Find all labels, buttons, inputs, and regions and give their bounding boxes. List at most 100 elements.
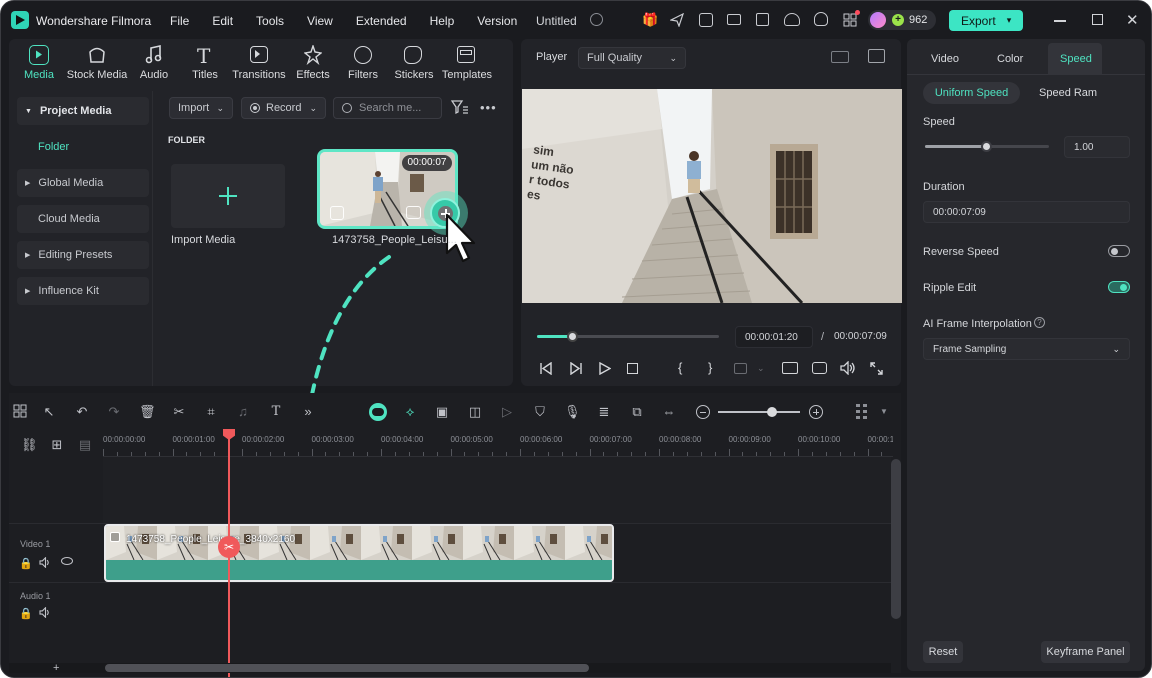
reset-button[interactable]: Reset [923, 641, 963, 663]
menu-extended[interactable]: Extended [356, 14, 407, 28]
timeline-video-clip[interactable]: 1473758_People_Leisure_3840x2160 [104, 524, 614, 582]
help-icon[interactable]: ? [1034, 317, 1045, 328]
volume-icon[interactable] [840, 361, 856, 375]
next-frame-icon[interactable] [569, 362, 583, 375]
effects-icon[interactable] [304, 45, 322, 65]
subtab-speed-ramp[interactable]: Speed Ramp [1039, 82, 1097, 104]
add-track-icon[interactable]: ⊞ [49, 437, 65, 453]
ai-video-icon[interactable]: ◫ [467, 404, 483, 420]
sidebar-item-project-media[interactable]: ▼ Project Media [17, 97, 149, 125]
music-list-icon[interactable]: ≣ [596, 404, 612, 420]
tab-templates[interactable]: Templates [439, 69, 495, 81]
save-icon[interactable] [756, 13, 769, 26]
zoom-out-icon[interactable] [696, 405, 710, 419]
crop-icon[interactable]: ⌗ [203, 404, 219, 420]
maximize-icon[interactable] [1092, 14, 1103, 25]
templates-icon[interactable] [457, 46, 475, 63]
text-icon[interactable]: T [268, 404, 284, 420]
record-dropdown[interactable]: Record ⌄ [241, 97, 326, 119]
track-manager-icon[interactable]: ▤ [77, 437, 93, 453]
replace-clip-icon[interactable]: ⧉ [629, 404, 645, 420]
menu-view[interactable]: View [307, 14, 333, 28]
previous-frame-icon[interactable] [539, 362, 553, 375]
search-input[interactable]: Search me... [333, 97, 442, 119]
snapshot-image-icon[interactable] [868, 49, 885, 63]
minimize-icon[interactable] [1054, 20, 1066, 22]
credits-badge[interactable]: + 962 [868, 10, 936, 30]
sidebar-item-editing-presets[interactable]: ▶ Editing Presets [17, 241, 149, 269]
shield-icon[interactable]: ⛉ [532, 404, 548, 420]
menu-tools[interactable]: Tools [256, 14, 284, 28]
media-icon[interactable] [29, 45, 49, 65]
close-icon[interactable]: ✕ [1126, 11, 1139, 29]
timeline-ruler[interactable]: 00:00:00:00 00:00:01:00 00:00:02:00 00:00:0… [103, 431, 893, 457]
lock-icon[interactable]: 🔒 [19, 557, 33, 570]
sidebar-item-influence-kit[interactable]: ▶ Influence Kit [17, 277, 149, 305]
zoom-slider-track[interactable] [718, 411, 800, 413]
tab-effects[interactable]: Effects [293, 69, 333, 81]
tab-video[interactable]: Video [931, 53, 959, 65]
fit-width-icon[interactable]: ⇔ [661, 404, 677, 420]
cloud-upload-icon[interactable] [784, 13, 800, 26]
headset-icon[interactable] [814, 12, 828, 26]
zoom-in-icon[interactable] [809, 405, 823, 419]
fullscreen-icon[interactable] [870, 362, 883, 375]
chevron-down-icon[interactable]: ▼ [880, 407, 888, 416]
snap-magnet-icon[interactable]: ⟡ [402, 404, 418, 420]
menu-file[interactable]: File [170, 14, 189, 28]
duration-field[interactable]: 00:00:07:09 [923, 201, 1130, 223]
more-options-icon[interactable]: ••• [480, 100, 497, 115]
zoom-slider-knob[interactable] [767, 407, 777, 417]
layout-grid-icon[interactable] [13, 404, 29, 420]
filters-icon[interactable] [354, 46, 372, 64]
menu-version[interactable]: Version [477, 14, 517, 28]
microphone-icon[interactable]: 🎙 [564, 404, 581, 420]
menu-help[interactable]: Help [430, 14, 455, 28]
tab-stickers[interactable]: Stickers [391, 69, 437, 81]
delete-icon[interactable]: 🗑 [139, 404, 156, 420]
eye-icon[interactable] [61, 557, 73, 565]
keyframe-panel-button[interactable]: Keyframe Panel [1041, 641, 1130, 663]
redo-icon[interactable]: ↷ [106, 404, 122, 420]
import-dropdown[interactable]: Import ⌄ [169, 97, 233, 119]
titles-t-icon[interactable]: T [197, 44, 210, 68]
audio-beat-icon[interactable]: ♫ [235, 404, 251, 420]
tab-color[interactable]: Color [997, 53, 1023, 65]
more-tools-icon[interactable]: » [300, 404, 316, 420]
select-pointer-icon[interactable]: ↖ [41, 404, 57, 420]
camera-snapshot-icon[interactable] [812, 362, 827, 374]
gift-icon[interactable]: 🎁 [642, 12, 658, 28]
marker-icon[interactable] [734, 363, 747, 374]
tab-stock-media[interactable]: Stock Media [64, 69, 130, 81]
import-media-tile[interactable] [171, 164, 285, 228]
sidebar-item-global-media[interactable]: ▶ Global Media [17, 169, 149, 197]
speed-slider-knob[interactable] [981, 141, 992, 152]
play-icon[interactable] [599, 362, 611, 375]
stop-icon[interactable] [627, 363, 638, 374]
stock-media-icon[interactable] [88, 45, 106, 65]
track-volume-icon[interactable] [39, 607, 52, 618]
filter-sort-icon[interactable] [451, 99, 469, 115]
tasks-icon[interactable] [699, 13, 713, 27]
ripple-edit-toggle[interactable] [1108, 281, 1130, 293]
subtab-uniform-speed[interactable]: Uniform Speed [923, 82, 1020, 104]
auto-reframe-icon[interactable]: ▣ [434, 404, 450, 420]
tab-speed[interactable]: Speed [1060, 53, 1092, 65]
vertical-scrollbar[interactable] [891, 459, 901, 619]
horizontal-scrollbar[interactable] [105, 664, 589, 672]
apps-grid-icon[interactable] [843, 10, 860, 27]
track-volume-icon[interactable] [39, 557, 52, 568]
frame-interpolation-dropdown[interactable]: Frame Sampling ⌄ [923, 338, 1130, 360]
display-icon[interactable] [782, 362, 798, 374]
export-button[interactable]: Export ▾ [949, 10, 1023, 31]
playback-scrubber[interactable] [566, 331, 578, 342]
tab-titles[interactable]: Titles [185, 69, 225, 81]
lock-icon[interactable]: 🔒 [19, 607, 33, 620]
speed-value-field[interactable]: 1.00 [1064, 136, 1130, 158]
tab-media[interactable]: Media [19, 69, 59, 81]
sidebar-item-cloud-media[interactable]: Cloud Media [17, 205, 149, 233]
undo-icon[interactable]: ↶ [74, 404, 90, 420]
layout-icon[interactable] [727, 14, 741, 25]
tab-audio[interactable]: Audio [134, 69, 174, 81]
playhead-scissors-icon[interactable]: ✂ [218, 536, 240, 558]
